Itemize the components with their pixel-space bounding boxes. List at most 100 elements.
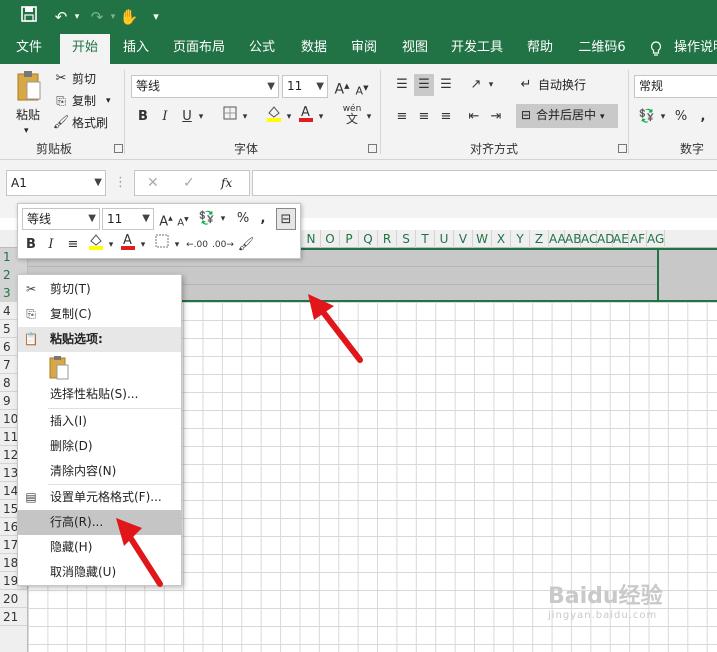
tab-data[interactable]: 数据 <box>292 34 336 64</box>
menu-item-paste-special[interactable]: 选择性粘贴(S)... <box>18 382 181 407</box>
tab-help[interactable]: 帮助 <box>518 34 562 64</box>
accounting-format-icon[interactable]: 💱 <box>196 208 218 230</box>
menu-item-format-cells[interactable]: ▤ 设置单元格格式(F)... <box>18 485 181 510</box>
format-painter-button[interactable]: 格式刷 <box>72 112 108 134</box>
tab-developer[interactable]: 开发工具 <box>446 34 508 64</box>
column-header[interactable]: AF <box>629 230 647 248</box>
top-align-icon[interactable]: ☰ <box>392 74 412 96</box>
paste-dropdown-icon[interactable]: ▾ <box>24 120 29 142</box>
mini-size-box[interactable]: 11 ▼ <box>102 208 154 230</box>
column-header[interactable]: AE <box>613 230 629 248</box>
menu-item-cut[interactable]: ✂ 剪切(T) <box>18 277 181 302</box>
enter-icon[interactable]: ✓ <box>183 171 195 195</box>
orientation-icon[interactable]: ↗ <box>466 74 486 96</box>
percent-button[interactable]: % <box>672 106 690 128</box>
lightbulb-icon[interactable] <box>648 34 664 64</box>
column-header[interactable]: U <box>435 230 454 248</box>
customize-icon[interactable]: ▾ <box>148 6 164 28</box>
italic-button[interactable]: I <box>42 234 60 256</box>
grow-font-icon[interactable]: A▲ <box>334 75 350 98</box>
tab-formulas[interactable]: 公式 <box>240 34 284 64</box>
font-color-icon[interactable]: A <box>296 104 316 126</box>
merge-center-icon[interactable]: ⊟ <box>276 208 296 230</box>
merge-dropdown-icon[interactable]: ▾ <box>600 112 605 122</box>
font-color-dropdown-icon[interactable]: ▾ <box>316 106 326 128</box>
column-header[interactable]: S <box>397 230 416 248</box>
align-center-icon[interactable]: ≡ <box>414 106 434 128</box>
column-header[interactable]: AB <box>565 230 581 248</box>
redo-icon[interactable]: ↷ <box>86 6 108 28</box>
borders-icon[interactable] <box>152 234 172 256</box>
column-header[interactable]: N <box>302 230 321 248</box>
row-header[interactable]: 20 <box>0 590 27 608</box>
tab-file[interactable]: 文件 <box>6 34 52 64</box>
fill-color-icon[interactable] <box>86 232 106 254</box>
tab-page-layout[interactable]: 页面布局 <box>168 34 230 64</box>
cancel-icon[interactable]: ✕ <box>147 171 159 195</box>
insert-function-icon[interactable]: fx <box>221 171 232 195</box>
decrease-decimal-icon[interactable]: .00→ <box>212 234 234 256</box>
bottom-align-icon[interactable]: ☰ <box>436 74 456 96</box>
borders-dropdown-icon[interactable]: ▾ <box>172 234 182 256</box>
touch-mode-icon[interactable]: ✋ <box>118 6 140 28</box>
tab-insert[interactable]: 插入 <box>114 34 158 64</box>
menu-item-clear-contents[interactable]: 清除内容(N) <box>18 459 181 484</box>
fill-color-icon[interactable] <box>264 104 284 126</box>
tab-qrcode[interactable]: 二维码6 <box>574 34 630 64</box>
font-launcher-icon[interactable] <box>368 144 377 153</box>
shrink-font-icon[interactable]: A▼ <box>176 209 190 231</box>
column-header[interactable]: AC <box>581 230 597 248</box>
menu-item-copy[interactable]: ⎘ 复制(C) <box>18 302 181 327</box>
increase-decimal-icon[interactable]: ←.00 <box>186 234 208 256</box>
row-header[interactable]: 21 <box>0 608 27 626</box>
alignment-launcher-icon[interactable] <box>618 144 627 153</box>
tab-tell-me[interactable]: 操作说明 <box>674 34 717 64</box>
increase-indent-icon[interactable]: ⇥ <box>486 106 506 128</box>
clipboard-launcher-icon[interactable] <box>114 144 123 153</box>
accounting-dropdown-icon[interactable]: ▾ <box>658 106 668 128</box>
phonetic-dropdown-icon[interactable]: ▾ <box>364 106 374 128</box>
copy-dropdown-icon[interactable]: ▾ <box>106 90 111 112</box>
font-name-box[interactable]: 等线 ▼ <box>131 75 279 98</box>
phonetic-icon[interactable]: wén 文 <box>340 104 364 126</box>
align-right-icon[interactable]: ≡ <box>436 106 456 128</box>
tab-view[interactable]: 视图 <box>393 34 437 64</box>
tab-home[interactable]: 开始 <box>60 34 110 64</box>
redo-dropdown-icon[interactable]: ▾ <box>108 6 118 28</box>
column-header[interactable]: T <box>416 230 435 248</box>
borders-icon[interactable] <box>220 106 240 128</box>
menu-item-insert[interactable]: 插入(I) <box>18 409 181 434</box>
comma-style-button[interactable]: , <box>256 208 270 230</box>
bold-button[interactable]: B <box>22 234 40 256</box>
comma-style-button[interactable]: , <box>694 106 712 128</box>
italic-button[interactable]: I <box>156 106 174 128</box>
merge-center-button[interactable]: ⊟ 合并后居中 ▾ <box>516 104 618 128</box>
percent-button[interactable]: % <box>234 208 252 230</box>
format-painter-icon[interactable]: 🖌 <box>236 234 256 256</box>
middle-align-icon[interactable]: ☰ <box>414 74 434 96</box>
column-header[interactable]: AD <box>597 230 614 248</box>
font-color-dropdown-icon[interactable]: ▾ <box>138 234 148 256</box>
column-header[interactable]: Y <box>511 230 530 248</box>
fill-dropdown-icon[interactable]: ▾ <box>284 106 294 128</box>
copy-button[interactable]: 复制 <box>72 90 96 112</box>
menu-item-delete[interactable]: 删除(D) <box>18 434 181 459</box>
mini-font-box[interactable]: 等线 ▼ <box>22 208 100 230</box>
underline-dropdown-icon[interactable]: ▾ <box>196 106 206 128</box>
paste-icon[interactable] <box>14 70 44 106</box>
accounting-dropdown-icon[interactable]: ▾ <box>218 208 228 230</box>
font-size-box[interactable]: 11 ▼ <box>282 75 328 98</box>
paste-option-icon[interactable] <box>48 355 70 381</box>
column-header[interactable]: AG <box>647 230 665 248</box>
wrap-text-button[interactable]: 自动换行 <box>538 74 586 96</box>
fill-dropdown-icon[interactable]: ▾ <box>106 234 116 256</box>
undo-icon[interactable]: ↶ <box>50 6 72 28</box>
shrink-font-icon[interactable]: A▼ <box>354 77 370 99</box>
font-color-icon[interactable]: A <box>118 232 138 254</box>
align-left-icon[interactable]: ≡ <box>392 106 412 128</box>
number-format-box[interactable]: 常规 <box>634 75 717 98</box>
tab-review[interactable]: 审阅 <box>342 34 386 64</box>
grow-font-icon[interactable]: A▲ <box>158 208 174 230</box>
column-header[interactable]: P <box>340 230 359 248</box>
column-header[interactable]: R <box>378 230 397 248</box>
